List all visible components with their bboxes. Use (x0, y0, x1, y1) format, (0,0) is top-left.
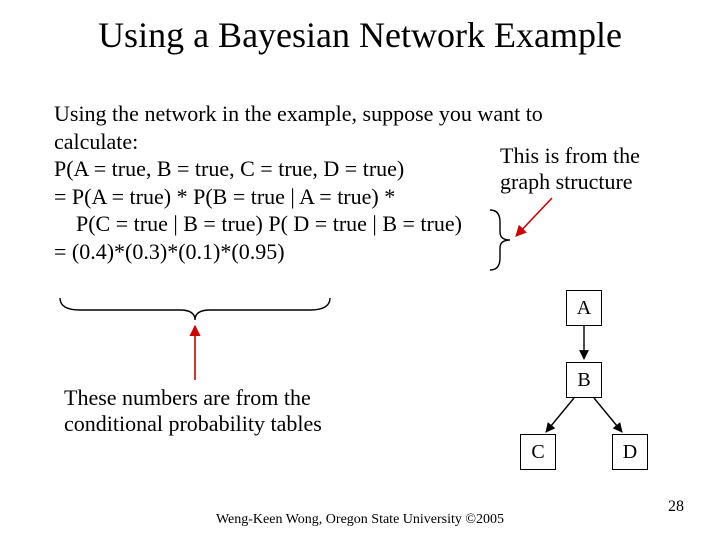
annotation-graph-structure: This is from the graph structure (500, 143, 700, 196)
edge-B-C (546, 398, 574, 432)
body-line: = (0.4)*(0.3)*(0.1)*(0.95) (54, 238, 666, 266)
annotation-line: graph structure (500, 169, 700, 195)
graph-node-D: D (612, 434, 648, 470)
node-label: D (623, 441, 637, 464)
slide-footer: Weng-Keen Wong, Oregon State University … (0, 512, 720, 528)
annotation-line: This is from the (500, 143, 700, 169)
annotation-line: conditional probability tables (64, 411, 364, 437)
node-label: B (577, 369, 590, 392)
body-line: Using the network in the example, suppos… (54, 100, 666, 128)
body-line: P(C = true | B = true) P( D = true | B =… (54, 210, 666, 238)
annotation-line: These numbers are from the (64, 385, 364, 411)
brace-under-icon (60, 298, 330, 320)
page-number: 28 (668, 498, 684, 516)
node-label: A (577, 297, 591, 320)
graph-node-A: A (566, 290, 602, 326)
node-label: C (531, 441, 544, 464)
graph-node-C: C (520, 434, 556, 470)
slide: Using a Bayesian Network Example Using t… (0, 0, 720, 540)
graph-node-B: B (566, 362, 602, 398)
slide-title: Using a Bayesian Network Example (0, 14, 720, 56)
edge-B-D (594, 398, 622, 432)
annotation-cpt: These numbers are from the conditional p… (64, 385, 364, 438)
